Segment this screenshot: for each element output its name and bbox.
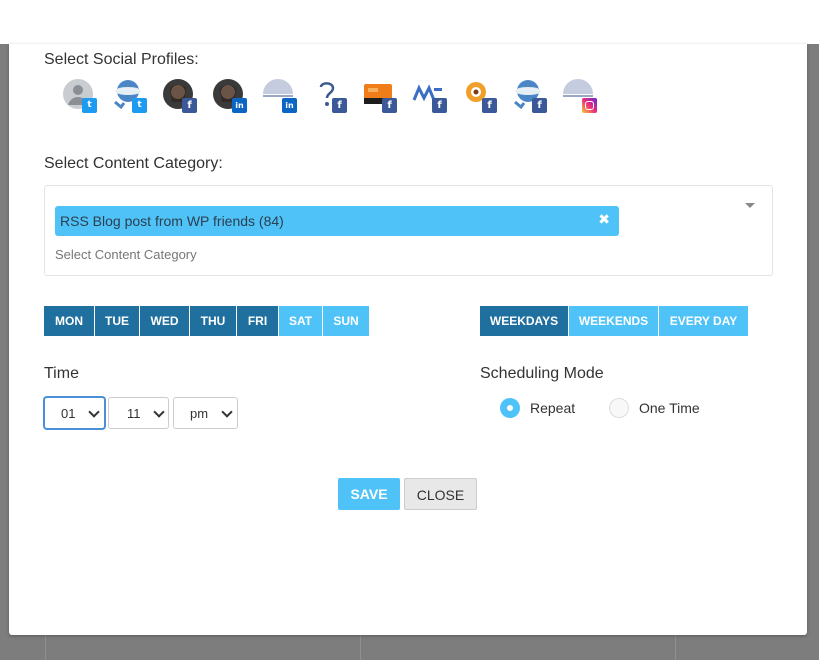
day-button-sat[interactable]: SAT [279,306,323,336]
facebook-badge-icon: f [432,98,447,113]
hour-select[interactable]: 01 [44,397,105,429]
top-page-strip [0,0,819,44]
profile-avatar[interactable]: in [262,78,302,118]
facebook-badge-icon: f [182,98,197,113]
day-button-fri[interactable]: FRI [237,306,279,336]
category-search-input[interactable]: Select Content Category [55,247,197,262]
scheduling-mode-label: Scheduling Mode [480,365,604,382]
schedule-modal: Select Social Profiles: t t f in in f f … [9,44,807,635]
facebook-badge-icon: f [332,98,347,113]
time-label: Time [44,365,79,382]
facebook-badge-icon: f [482,98,497,113]
twitter-badge-icon: t [132,98,147,113]
profile-avatar[interactable] [562,78,602,118]
chevron-down-icon [153,406,165,418]
instagram-badge-icon [582,98,597,113]
day-selector: MON TUE WED THU FRI SAT SUN [44,306,369,336]
chevron-down-icon [221,406,233,418]
ampm-value: pm [190,406,209,421]
save-button[interactable]: SAVE [338,478,400,510]
chevron-down-icon [88,406,100,418]
day-preset-selector: WEEKDAYS WEEKENDS EVERY DAY [480,306,748,336]
profile-avatar[interactable]: t [112,78,152,118]
profile-avatar[interactable]: t [62,78,102,118]
linkedin-badge-icon: in [282,98,297,113]
background-divider [45,635,46,660]
selected-category-chip: RSS Blog post from WP friends (84) ✖ [55,206,619,236]
linkedin-badge-icon: in [232,98,247,113]
hour-value: 01 [61,406,76,421]
profile-avatar[interactable]: in [212,78,252,118]
profile-avatar[interactable]: f [312,78,352,118]
preset-button-every-day[interactable]: EVERY DAY [659,306,748,336]
minute-value: 11 [127,406,141,421]
background-divider [675,635,676,660]
profile-avatar[interactable]: f [162,78,202,118]
day-button-mon[interactable]: MON [44,306,95,336]
background-divider [360,635,361,660]
profile-avatar[interactable]: f [362,78,402,118]
radio-one-time-label: One Time [639,400,700,416]
day-button-tue[interactable]: TUE [95,306,140,336]
profile-avatar[interactable]: f [462,78,502,118]
profile-avatar[interactable]: f [512,78,552,118]
selected-category-text: RSS Blog post from WP friends (84) [60,213,284,229]
radio-repeat-label: Repeat [530,400,576,416]
twitter-badge-icon: t [82,98,97,113]
close-button[interactable]: CLOSE [404,478,477,510]
day-button-wed[interactable]: WED [140,306,190,336]
profile-avatar[interactable]: f [412,78,452,118]
day-button-thu[interactable]: THU [190,306,237,336]
content-category-select[interactable]: RSS Blog post from WP friends (84) ✖ Sel… [44,185,773,276]
remove-category-icon[interactable]: ✖ [598,212,610,228]
ampm-select[interactable]: pm [173,397,238,429]
social-profiles-label: Select Social Profiles: [44,51,199,68]
facebook-badge-icon: f [382,98,397,113]
dropdown-caret-icon[interactable] [745,203,755,208]
content-category-label: Select Content Category: [44,155,223,172]
minute-select[interactable]: 11 [108,397,169,429]
facebook-badge-icon: f [532,98,547,113]
preset-button-weekends[interactable]: WEEKENDS [569,306,659,336]
preset-button-weekdays[interactable]: WEEKDAYS [480,306,569,336]
day-button-sun[interactable]: SUN [323,306,369,336]
radio-repeat[interactable] [500,398,520,418]
radio-one-time[interactable] [609,398,629,418]
